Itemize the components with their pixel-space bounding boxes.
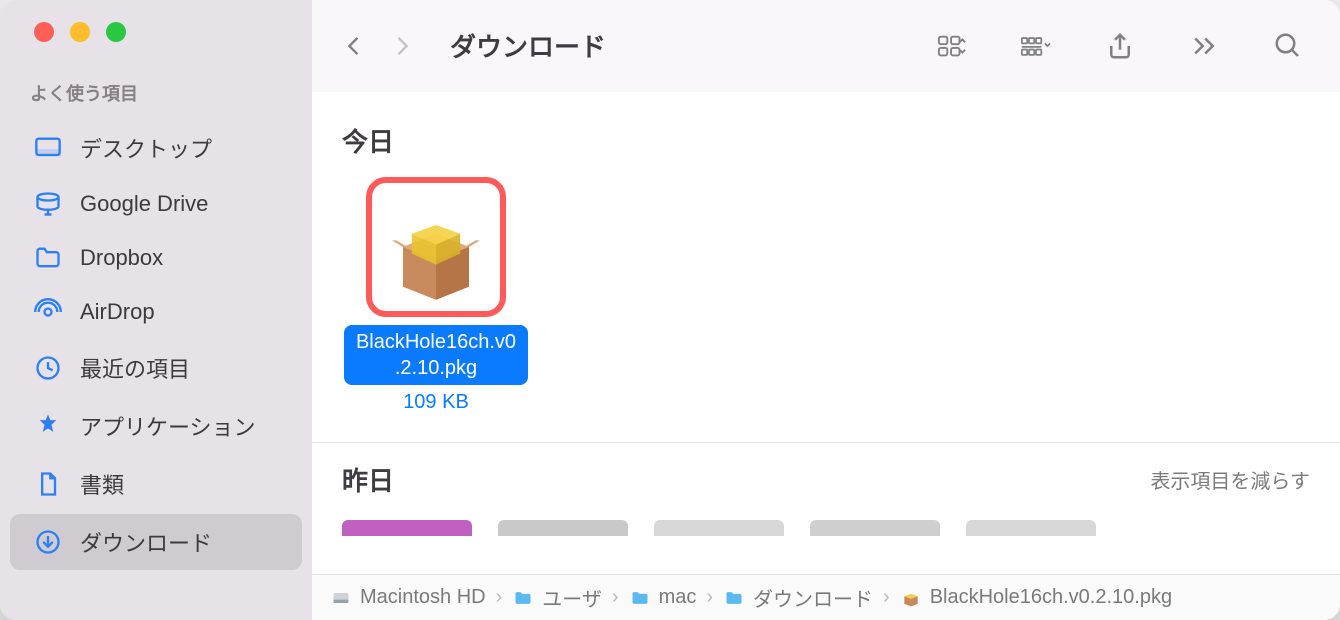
clock-icon	[34, 354, 62, 382]
forward-button[interactable]	[380, 24, 424, 68]
group-by-button[interactable]	[1014, 24, 1058, 68]
pkg-icon	[900, 587, 922, 609]
folder-icon	[629, 587, 651, 609]
path-bar[interactable]: Macintosh HD›ユーザ›mac›ダウンロード›BlackHole16c…	[312, 574, 1340, 620]
section-header-row-yesterday: 昨日 表示項目を減らす	[312, 442, 1340, 498]
sidebar-section-favorites: よく使う項目	[0, 72, 312, 118]
show-less-button[interactable]: 表示項目を減らす	[1150, 465, 1310, 494]
window-controls	[0, 22, 312, 72]
chevron-right-icon: ›	[702, 586, 717, 609]
file-thumbnail[interactable]	[810, 520, 940, 536]
sidebar-item-label: AirDrop	[80, 299, 155, 325]
chevron-right-icon: ›	[608, 586, 623, 609]
file-name-label: BlackHole16ch.v0 .2.10.pkg	[344, 325, 528, 385]
sidebar-item-document[interactable]: 書類	[10, 456, 302, 512]
main-area: ダウンロード	[312, 0, 1340, 620]
path-segment[interactable]: BlackHole16ch.v0.2.10.pkg	[900, 586, 1172, 609]
highlight-outline	[366, 177, 506, 317]
document-icon	[34, 470, 62, 498]
hdd-icon	[330, 587, 352, 609]
desktop-icon	[34, 134, 62, 162]
icon-grid-today: BlackHole16ch.v0 .2.10.pkg 109 KB	[312, 169, 1340, 422]
path-segment[interactable]: ユーザ	[512, 583, 602, 612]
sidebar-item-airdrop[interactable]: AirDrop	[10, 286, 302, 338]
file-thumbnail[interactable]	[498, 520, 628, 536]
drive-icon	[34, 190, 62, 218]
sidebar-item-label: アプリケーション	[80, 410, 256, 442]
airdrop-icon	[34, 298, 62, 326]
folder-icon	[723, 587, 745, 609]
file-thumbnail[interactable]	[966, 520, 1096, 536]
path-segment-label: mac	[659, 586, 697, 609]
toolbar-right	[930, 24, 1310, 68]
section-header-yesterday: 昨日	[342, 461, 394, 498]
file-thumbnail[interactable]	[654, 520, 784, 536]
apps-icon	[34, 412, 62, 440]
sidebar: よく使う項目 デスクトップ Google Drive Dropbox AirDrop 最…	[0, 0, 312, 620]
path-segment[interactable]: mac	[629, 586, 697, 609]
download-icon	[34, 528, 62, 556]
chevron-right-icon: ›	[492, 586, 507, 609]
sidebar-item-label: 最近の項目	[80, 352, 190, 384]
minimize-window-button[interactable]	[70, 22, 90, 42]
sidebar-item-label: Google Drive	[80, 191, 208, 217]
sidebar-item-label: デスクトップ	[80, 132, 212, 164]
close-window-button[interactable]	[34, 22, 54, 42]
folder-icon	[34, 244, 62, 272]
search-button[interactable]	[1266, 24, 1310, 68]
file-item[interactable]: BlackHole16ch.v0 .2.10.pkg 109 KB	[336, 177, 536, 414]
sidebar-item-apps[interactable]: アプリケーション	[10, 398, 302, 454]
content-area[interactable]: 今日	[312, 92, 1340, 574]
sidebar-item-label: Dropbox	[80, 245, 163, 271]
file-thumbnail[interactable]	[342, 520, 472, 536]
pkg-icon	[374, 185, 498, 309]
folder-icon	[512, 587, 534, 609]
icon-grid-yesterday	[312, 498, 1340, 536]
sidebar-item-drive[interactable]: Google Drive	[10, 178, 302, 230]
view-mode-button[interactable]	[930, 24, 974, 68]
share-button[interactable]	[1098, 24, 1142, 68]
path-segment[interactable]: ダウンロード	[723, 583, 873, 612]
sidebar-item-label: ダウンロード	[80, 526, 212, 558]
sidebar-item-clock[interactable]: 最近の項目	[10, 340, 302, 396]
zoom-window-button[interactable]	[106, 22, 126, 42]
path-segment-label: BlackHole16ch.v0.2.10.pkg	[930, 586, 1172, 609]
path-segment-label: ユーザ	[542, 583, 602, 612]
sidebar-item-download[interactable]: ダウンロード	[10, 514, 302, 570]
sidebar-item-folder[interactable]: Dropbox	[10, 232, 302, 284]
section-header-today: 今日	[312, 92, 1340, 169]
path-segment[interactable]: Macintosh HD	[330, 586, 486, 609]
sidebar-item-desktop[interactable]: デスクトップ	[10, 120, 302, 176]
path-segment-label: Macintosh HD	[360, 586, 486, 609]
nav-arrows	[332, 24, 424, 68]
sidebar-item-label: 書類	[80, 468, 124, 500]
window-title: ダウンロード	[432, 27, 606, 64]
more-button[interactable]	[1182, 24, 1226, 68]
chevron-right-icon: ›	[879, 586, 894, 609]
back-button[interactable]	[332, 24, 376, 68]
finder-window: よく使う項目 デスクトップ Google Drive Dropbox AirDrop 最…	[0, 0, 1340, 620]
toolbar: ダウンロード	[312, 0, 1340, 92]
path-segment-label: ダウンロード	[753, 583, 873, 612]
file-size-label: 109 KB	[403, 391, 469, 414]
